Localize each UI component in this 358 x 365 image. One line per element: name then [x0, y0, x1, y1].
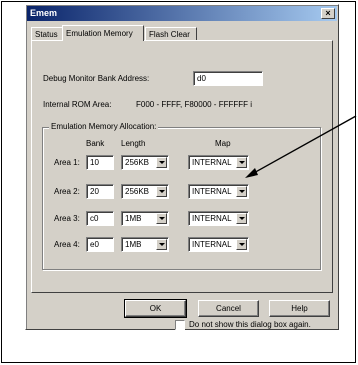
- area1-length-value: 256KB: [125, 158, 150, 167]
- tab-emulation-memory[interactable]: Emulation Memory: [62, 25, 144, 41]
- area3-length-value: 1MB: [125, 214, 142, 223]
- ok-button[interactable]: OK: [124, 299, 187, 318]
- area-label: Area 1:: [54, 158, 80, 167]
- area2-map-value: INTERNAL: [192, 187, 232, 196]
- group-label: Emulation Memory Allocation:: [49, 122, 159, 131]
- chevron-down-icon[interactable]: [156, 239, 167, 250]
- chevron-down-icon[interactable]: [156, 157, 167, 168]
- title-bar[interactable]: Emem ×: [27, 6, 337, 21]
- chevron-down-icon[interactable]: [236, 239, 247, 250]
- area3-map-select[interactable]: INTERNAL: [188, 211, 249, 226]
- tab-flash-clear[interactable]: Flash Clear: [145, 27, 197, 40]
- area3-bank-input[interactable]: c0: [86, 211, 114, 226]
- column-header-map: Map: [215, 139, 231, 148]
- column-header-length: Length: [121, 139, 146, 148]
- debug-monitor-label: Debug Monitor Bank Address:: [43, 74, 150, 83]
- area-label: Area 4:: [54, 240, 80, 249]
- chevron-down-icon[interactable]: [236, 213, 247, 224]
- tab-panel-emulation-memory: Debug Monitor Bank Address: d0 Internal …: [31, 40, 333, 293]
- column-header-bank: Bank: [86, 139, 105, 148]
- debug-monitor-input[interactable]: d0: [193, 71, 263, 86]
- dont-show-label: Do not show this dialog box again.: [189, 320, 311, 329]
- area2-bank-input[interactable]: 20: [86, 184, 114, 199]
- figure-frame: Emem × Status Emulation Memory Flash Cle…: [1, 1, 357, 363]
- internal-rom-label: Internal ROM Area:: [43, 100, 112, 109]
- area4-length-value: 1MB: [125, 240, 142, 249]
- chevron-down-icon[interactable]: [236, 157, 247, 168]
- dialog-title: Emem: [30, 8, 58, 18]
- area4-map-select[interactable]: INTERNAL: [188, 237, 249, 252]
- area2-map-select[interactable]: INTERNAL: [188, 184, 249, 199]
- area4-bank-input[interactable]: e0: [86, 237, 114, 252]
- area1-bank-input[interactable]: 10: [86, 155, 114, 170]
- close-icon[interactable]: ×: [321, 8, 335, 19]
- area-label: Area 3:: [54, 214, 80, 223]
- internal-rom-value: F000 - FFFF, F80000 - FFFFFF i: [136, 100, 253, 109]
- chevron-down-icon[interactable]: [156, 186, 167, 197]
- area-label: Area 2:: [54, 187, 80, 196]
- area4-length-select[interactable]: 1MB: [121, 237, 169, 252]
- emem-dialog: Emem × Status Emulation Memory Flash Cle…: [25, 4, 339, 330]
- emulation-memory-group: Emulation Memory Allocation: Bank Length…: [42, 122, 321, 270]
- area1-map-select[interactable]: INTERNAL: [188, 155, 249, 170]
- area1-length-select[interactable]: 256KB: [121, 155, 169, 170]
- help-button[interactable]: Help: [269, 300, 330, 317]
- area3-length-select[interactable]: 1MB: [121, 211, 169, 226]
- area2-length-select[interactable]: 256KB: [121, 184, 169, 199]
- dont-show-checkbox[interactable]: [175, 320, 185, 330]
- area2-length-value: 256KB: [125, 187, 150, 196]
- area4-map-value: INTERNAL: [192, 240, 232, 249]
- chevron-down-icon[interactable]: [156, 213, 167, 224]
- area1-map-value: INTERNAL: [192, 158, 232, 167]
- area3-map-value: INTERNAL: [192, 214, 232, 223]
- chevron-down-icon[interactable]: [236, 186, 247, 197]
- tab-status[interactable]: Status: [31, 27, 63, 40]
- cancel-button[interactable]: Cancel: [198, 300, 259, 317]
